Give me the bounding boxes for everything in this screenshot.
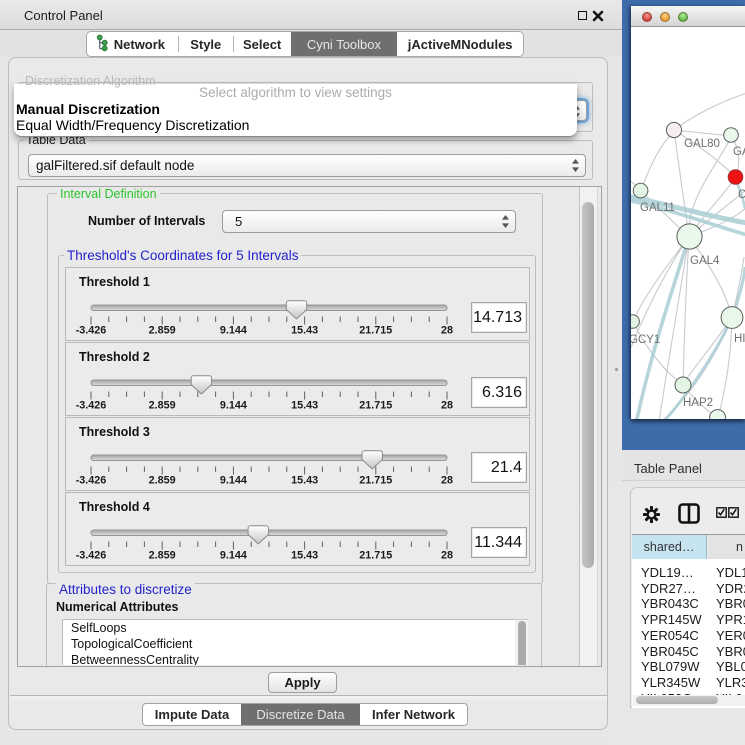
svg-text:HI: HI [734,333,745,345]
svg-text:GAL11: GAL11 [640,202,675,214]
svg-text:21.715: 21.715 [359,550,392,562]
svg-text:GAL8: GAL8 [733,146,745,158]
svg-text:21.715: 21.715 [359,400,392,412]
svg-text:9.144: 9.144 [220,475,247,487]
svg-text:9.144: 9.144 [220,550,247,562]
svg-text:28: 28 [441,325,453,337]
svg-text:28: 28 [441,550,453,562]
svg-text:2.859: 2.859 [149,325,176,337]
svg-text:GAL4: GAL4 [690,255,720,267]
svg-text:9.144: 9.144 [220,325,247,337]
svg-text:15.43: 15.43 [291,325,318,337]
svg-text:2.859: 2.859 [149,550,176,562]
svg-text:-3.426: -3.426 [76,550,106,562]
svg-text:21.715: 21.715 [359,325,392,337]
svg-text:28: 28 [441,400,453,412]
svg-text:-3.426: -3.426 [76,400,106,412]
svg-text:9.144: 9.144 [220,400,247,412]
svg-text:21.715: 21.715 [359,475,392,487]
svg-text:GAL80: GAL80 [684,138,720,150]
svg-text:-3.426: -3.426 [76,475,106,487]
svg-text:2.859: 2.859 [149,400,176,412]
svg-text:GCY1: GCY1 [631,334,660,346]
svg-text:2.859: 2.859 [149,475,176,487]
svg-text:15.43: 15.43 [291,475,318,487]
svg-text:-3.426: -3.426 [76,325,106,337]
svg-text:CD: CD [738,189,745,201]
svg-text:28: 28 [441,475,453,487]
svg-text:15.43: 15.43 [291,550,318,562]
svg-text:15.43: 15.43 [291,400,318,412]
svg-text:HAP2: HAP2 [683,397,713,409]
